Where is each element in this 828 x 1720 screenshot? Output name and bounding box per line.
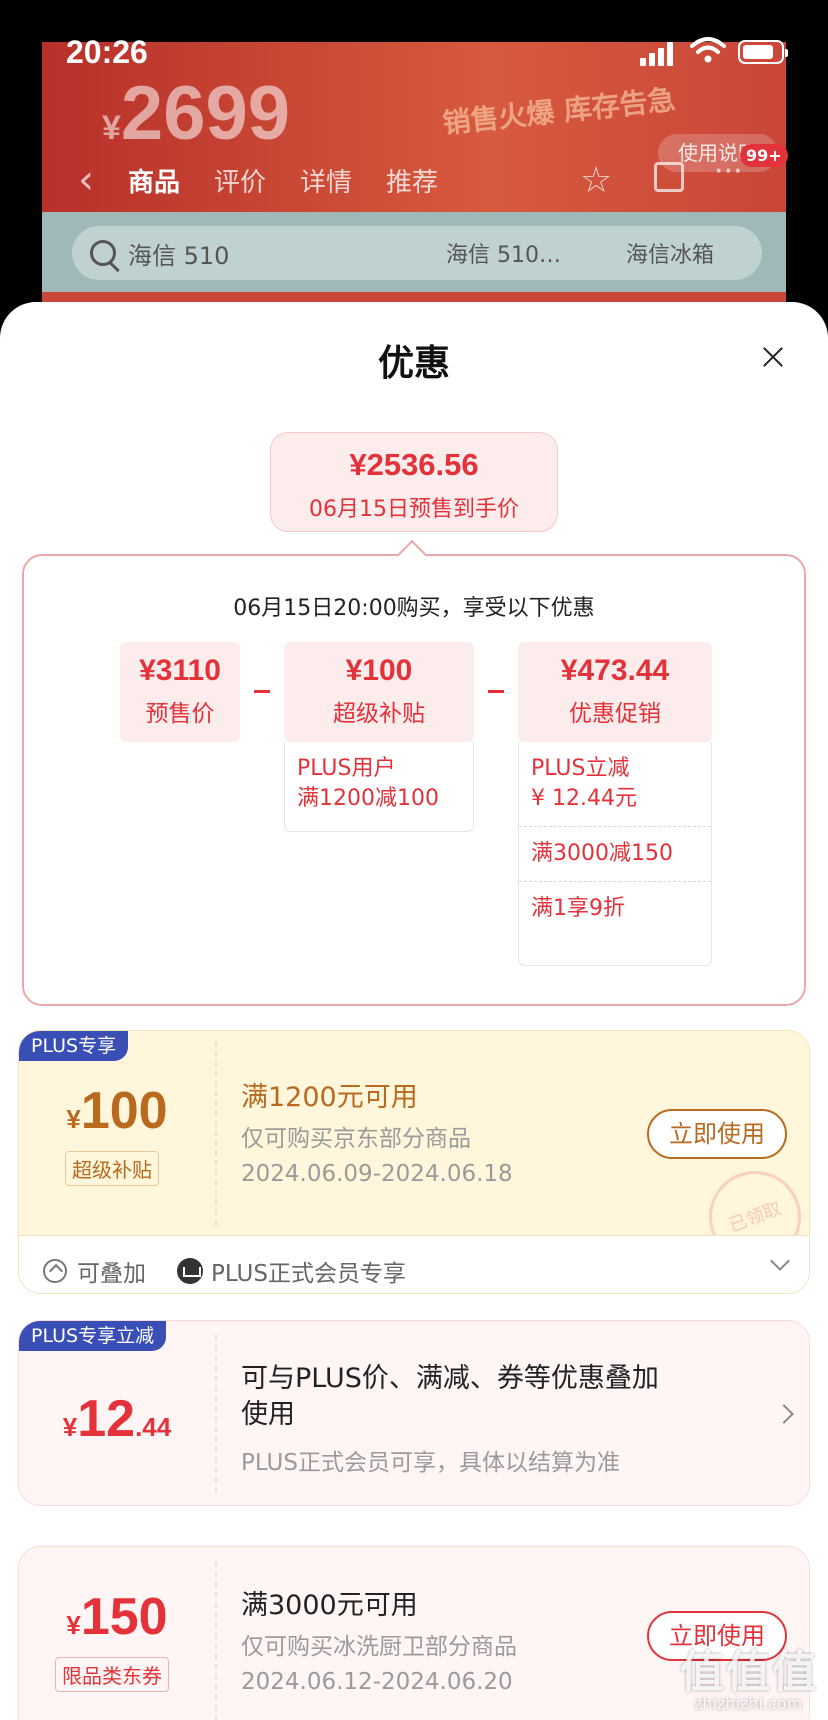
minus-sign <box>488 690 504 693</box>
coupon-amount: ¥12.44 <box>62 1390 172 1448</box>
battery-icon <box>738 40 788 64</box>
wifi-icon <box>690 37 726 63</box>
presale-price: ¥3110 <box>139 654 221 687</box>
coupon-type: 超级补贴 <box>65 1151 159 1186</box>
coupon-title: 满1200元可用 <box>241 1082 418 1113</box>
coupon-desc: 仅可购买冰洗厨卫部分商品 <box>241 1634 517 1660</box>
search-hint[interactable]: 海信 510… <box>446 237 626 269</box>
promotion-amount: ¥473.44 <box>560 654 670 687</box>
final-price: ¥2536.56 <box>349 447 479 482</box>
promotion-label: 优惠促销 <box>569 701 661 727</box>
subsidy-detail: PLUS用户 满1200减100 <box>284 742 474 832</box>
coupon-card[interactable]: PLUS专享立减 ¥12.44 可与PLUS价、满减、券等优惠叠加 使用 PLU… <box>18 1320 810 1506</box>
chevron-right-icon[interactable] <box>774 1404 794 1424</box>
site-watermark: 值值值 <box>680 1647 818 1698</box>
status-bar: 20:26 <box>0 0 828 100</box>
plus-tag: PLUS专享 <box>19 1031 129 1061</box>
coupon-desc: PLUS正式会员可享，具体以结算为准 <box>241 1450 620 1476</box>
more-icon[interactable]: ··· <box>714 154 743 189</box>
promotion-detail: PLUS立减 ¥ 12.44元 满3000减150 满1享9折 <box>518 742 712 966</box>
site-watermark-url: zhizhizhi.com <box>694 1694 803 1713</box>
final-price-box: ¥2536.56 06月15日预售到手价 <box>270 432 558 532</box>
coupon-card: PLUS专享 ¥100 超级补贴 满1200元可用 仅可购买京东部分商品 202… <box>18 1030 810 1294</box>
coupon-main: PLUS专享 ¥100 超级补贴 满1200元可用 仅可购买京东部分商品 202… <box>19 1031 809 1276</box>
tab-product[interactable]: 商品 <box>128 162 180 199</box>
coupon-divider <box>215 1561 217 1720</box>
coupon-amount: ¥100 <box>66 1082 168 1140</box>
coupon-divider <box>215 1041 217 1225</box>
coupon-type: 限品类东券 <box>55 1657 169 1692</box>
chevron-down-icon[interactable] <box>770 1251 790 1271</box>
discount-sheet: 优惠 ¥2536.56 06月15日预售到手价 06月15日20:00购买，享受… <box>0 302 828 1720</box>
signal-icon <box>640 42 674 66</box>
message-badge: 99+ <box>740 144 788 167</box>
promotion-plus-discount: PLUS立减 ¥ 12.44元 <box>531 756 637 811</box>
close-icon[interactable] <box>758 342 788 372</box>
tab-reviews[interactable]: 评价 <box>214 162 266 199</box>
subsidy-label: 超级补贴 <box>333 701 425 727</box>
product-nav: ‹ 商品 评价 详情 推荐 ☆ ··· 99+ <box>42 144 788 210</box>
final-price-label: 06月15日预售到手价 <box>309 497 519 522</box>
coupon-title: 可与PLUS价、满减、券等优惠叠加 使用 <box>241 1363 659 1430</box>
stack-icon <box>43 1259 67 1283</box>
search-query: 海信 510 <box>128 241 230 270</box>
status-time: 20:26 <box>66 34 148 70</box>
search-row: 海信 510 海信 510… 海信冰箱 <box>42 212 786 292</box>
coupon-title: 满3000元可用 <box>241 1590 418 1621</box>
coupon-amount: ¥150 <box>66 1588 168 1646</box>
subsidy-box: ¥100 超级补贴 <box>284 642 474 742</box>
share-icon[interactable] <box>654 162 684 192</box>
member-note: PLUS正式会员专享 <box>177 1254 406 1288</box>
price-calculation: 06月15日20:00购买，享受以下优惠 ¥3110 预售价 ¥100 超级补贴… <box>22 554 806 1006</box>
crown-icon <box>177 1258 203 1284</box>
sheet-title: 优惠 <box>377 343 450 384</box>
use-now-button[interactable]: 立即使用 <box>647 1109 787 1159</box>
subsidy-amount: ¥100 <box>345 654 413 687</box>
coupon-footer: 可叠加 PLUS正式会员专享 <box>19 1235 809 1293</box>
calc-title: 06月15日20:00购买，享受以下优惠 <box>233 596 595 621</box>
presale-label: 预售价 <box>145 701 215 727</box>
minus-sign <box>254 690 270 693</box>
coupon-date: 2024.06.09-2024.06.18 <box>241 1161 513 1187</box>
back-icon[interactable]: ‹ <box>78 157 128 203</box>
subsidy-detail-text: PLUS用户 满1200减100 <box>297 756 439 811</box>
search-bar[interactable]: 海信 510 海信 510… 海信冰箱 <box>72 226 762 280</box>
promotion-box: ¥473.44 优惠促销 <box>518 642 712 742</box>
favorite-icon[interactable]: ☆ <box>580 160 612 201</box>
search-hint[interactable]: 海信冰箱 <box>626 237 714 269</box>
search-icon <box>90 240 116 266</box>
promotion-percent-off: 满1享9折 <box>519 881 711 936</box>
coupon-divider <box>215 1335 217 1493</box>
promotion-full-reduction: 满3000减150 <box>519 826 711 881</box>
stackable-note: 可叠加 <box>43 1254 146 1288</box>
presale-price-box: ¥3110 预售价 <box>120 642 240 742</box>
tab-details[interactable]: 详情 <box>300 162 352 199</box>
tab-recommend[interactable]: 推荐 <box>386 162 438 199</box>
coupon-desc: 仅可购买京东部分商品 <box>241 1126 471 1152</box>
coupon-date: 2024.06.12-2024.06.20 <box>241 1669 513 1695</box>
plus-tag: PLUS专享立减 <box>19 1321 167 1351</box>
